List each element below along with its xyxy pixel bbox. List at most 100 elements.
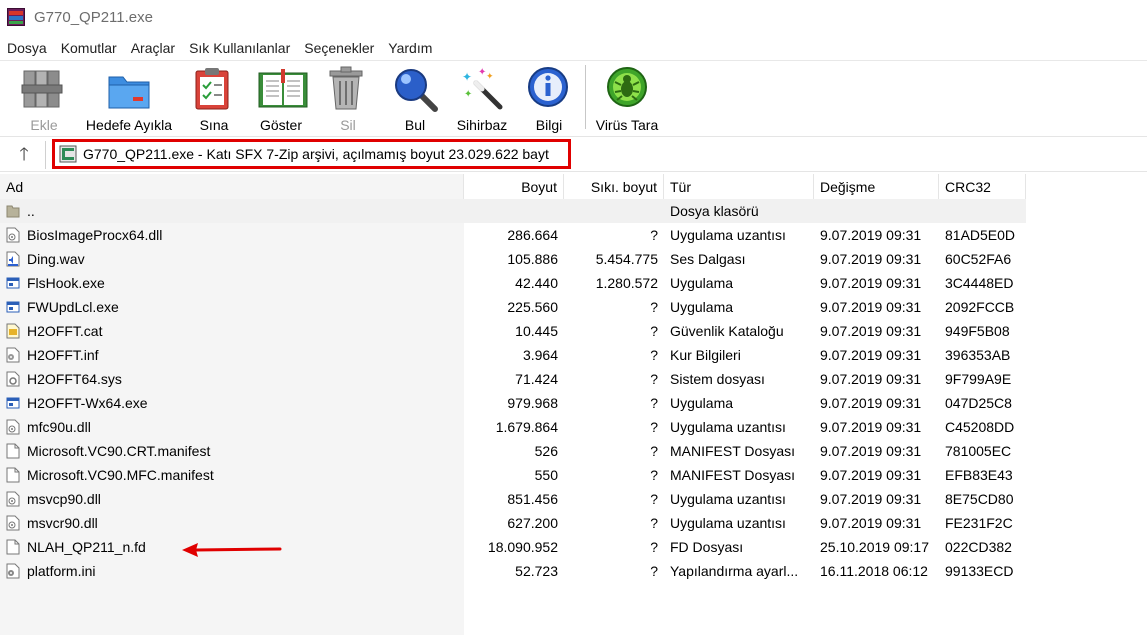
- file-type: Yapılandırma ayarl...: [670, 563, 799, 579]
- virus-scan-button[interactable]: Virüs Tara: [594, 61, 660, 135]
- file-name: ..: [27, 203, 35, 219]
- file-type: MANIFEST Dosyası: [670, 467, 795, 483]
- file-size: 18.090.952: [487, 539, 558, 555]
- column-header-crc-label: CRC32: [945, 178, 991, 195]
- file-row[interactable]: Ding.wav 105.886 5.454.775 Ses Dalgası 9.07.…: [0, 247, 1026, 271]
- file-packed-size: ?: [650, 419, 658, 435]
- file-packed-size: ?: [650, 515, 658, 531]
- file-size: 286.664: [507, 227, 558, 243]
- column-header-packed[interactable]: Sıkı. boyut: [564, 174, 664, 199]
- column-header-type[interactable]: Tür: [664, 174, 814, 199]
- ini-icon: [6, 563, 20, 579]
- file-row[interactable]: H2OFFT.cat 10.445? Güvenlik Kataloğu 9.07.2…: [0, 319, 1026, 343]
- find-button[interactable]: Bul: [390, 61, 440, 135]
- title-bar: G770_QP211.exe: [0, 0, 1147, 34]
- file-size: 52.723: [515, 563, 558, 579]
- dll-icon: [6, 515, 20, 531]
- magnifier-icon: [391, 65, 439, 113]
- extract-to-button[interactable]: Hedefe Ayıkla: [80, 61, 178, 135]
- file-modified: 9.07.2019 09:31: [820, 227, 922, 243]
- column-header-packed-label: Sıkı. boyut: [590, 178, 657, 195]
- column-header-name-label: Ad: [6, 178, 24, 195]
- file-size: [464, 199, 558, 223]
- file-packed-size: [564, 199, 658, 223]
- file-crc: 2092FCCB: [945, 299, 1015, 315]
- file-row[interactable]: H2OFFT.inf 3.964? Kur Bilgileri 9.07.2019 0…: [0, 343, 1026, 367]
- clipboard-check-icon: [190, 65, 238, 113]
- menu-komutlar[interactable]: Komutlar: [54, 40, 124, 56]
- info-button[interactable]: Bilgi: [526, 61, 572, 135]
- file-row[interactable]: H2OFFT-Wx64.exe 979.968? Uygulama 9.07.2019…: [0, 391, 1026, 415]
- file-row[interactable]: msvcp90.dll 851.456? Uygulama uzantısı 9.07…: [0, 487, 1026, 511]
- view-button[interactable]: Göster: [254, 61, 308, 135]
- file-name: Ding.wav: [27, 251, 85, 267]
- file-name: FWUpdLcl.exe: [27, 299, 119, 315]
- view-label: Göster: [259, 117, 302, 133]
- wizard-button[interactable]: ✦ ✦ ✦ ✦ Sihirbaz: [452, 61, 512, 135]
- dll-icon: [6, 491, 20, 507]
- file-size: 71.424: [515, 371, 558, 387]
- archive-path-field[interactable]: G770_QP211.exe - Katı SFX 7-Zip arşivi, …: [52, 139, 571, 169]
- file-modified: [820, 199, 935, 223]
- svg-text:✦: ✦: [486, 71, 494, 81]
- file-packed-size: ?: [650, 539, 658, 555]
- column-header-modified[interactable]: Değişme: [814, 174, 939, 199]
- file-type: Dosya klasörü: [670, 203, 759, 219]
- file-row[interactable]: .. Dosya klasörü: [0, 199, 1026, 223]
- file-packed-size: ?: [650, 323, 658, 339]
- file-row[interactable]: BiosImageProcx64.dll 286.664? Uygulama uza…: [0, 223, 1026, 247]
- archive-books-icon: [20, 65, 68, 113]
- file-modified: 9.07.2019 09:31: [820, 275, 922, 291]
- test-button[interactable]: Sına: [192, 61, 236, 135]
- file-name: Microsoft.VC90.CRT.manifest: [27, 443, 211, 459]
- file-size: 10.445: [515, 323, 558, 339]
- file-name: msvcp90.dll: [27, 491, 101, 507]
- file-row[interactable]: FWUpdLcl.exe 225.560? Uygulama 9.07.2019 09…: [0, 295, 1026, 319]
- exe-icon: [6, 395, 20, 411]
- column-header-name[interactable]: Ad: [0, 174, 464, 199]
- file-row[interactable]: FlsHook.exe 42.440 1.280.572 Uygulama 9.07.2…: [0, 271, 1026, 295]
- menu-araclar[interactable]: Araçlar: [124, 40, 182, 56]
- wav-icon: [6, 251, 20, 267]
- address-separator: [45, 141, 46, 169]
- file-type: Uygulama uzantısı: [670, 515, 786, 531]
- file-row[interactable]: NLAH_QP211_n.fd 18.090.952? FD Dosyası 25.1…: [0, 535, 1026, 559]
- delete-button[interactable]: Sil: [326, 61, 370, 135]
- up-arrow-icon[interactable]: 🡑: [13, 143, 35, 165]
- toolbar-separator: [585, 65, 586, 129]
- file-crc: 8E75CD80: [945, 491, 1014, 507]
- file-size: 851.456: [507, 491, 558, 507]
- address-bar: 🡑 G770_QP211.exe - Katı SFX 7-Zip arşivi…: [0, 136, 1147, 172]
- file-modified: 9.07.2019 09:31: [820, 251, 922, 267]
- file-modified: 16.11.2018 06:12: [820, 563, 928, 579]
- file-size: 979.968: [507, 395, 558, 411]
- menu-secenekler[interactable]: Seçenekler: [297, 40, 381, 56]
- svg-text:✦: ✦: [462, 70, 472, 84]
- file-row[interactable]: Microsoft.VC90.CRT.manifest 526? MANIFEST …: [0, 439, 1026, 463]
- add-button[interactable]: Ekle: [20, 61, 68, 135]
- file-type: Uygulama: [670, 395, 734, 411]
- file-row[interactable]: Microsoft.VC90.MFC.manifest 550? MANIFEST …: [0, 463, 1026, 487]
- file-crc: 60C52FA6: [945, 251, 1012, 267]
- toolbar: Ekle Hedefe Ayıkla Sına Göster Sil Bul ✦…: [0, 60, 1147, 136]
- file-name: H2OFFT64.sys: [27, 371, 122, 387]
- file-row[interactable]: platform.ini 52.723? Yapılandırma ayarl...…: [0, 559, 1026, 583]
- file-crc: EFB83E43: [945, 467, 1013, 483]
- file-modified: 9.07.2019 09:31: [820, 371, 922, 387]
- column-header-crc[interactable]: CRC32: [939, 174, 1026, 199]
- trash-can-icon: [324, 65, 372, 113]
- file-type: Güvenlik Kataloğu: [670, 323, 784, 339]
- sys-icon: [6, 371, 20, 387]
- file-packed-size: ?: [650, 563, 658, 579]
- virus-scan-label: Virüs Tara: [595, 117, 659, 133]
- bug-shield-icon: [603, 65, 651, 113]
- file-row[interactable]: H2OFFT64.sys 71.424? Sistem dosyası 9.07.20…: [0, 367, 1026, 391]
- catalog-icon: [6, 323, 20, 339]
- menu-yardim[interactable]: Yardım: [381, 40, 439, 56]
- menu-sik-kullanilanlar[interactable]: Sık Kullanılanlar: [182, 40, 297, 56]
- file-row[interactable]: mfc90u.dll 1.679.864? Uygulama uzantısı 9.0…: [0, 415, 1026, 439]
- file-row[interactable]: msvcr90.dll 627.200? Uygulama uzantısı 9.07…: [0, 511, 1026, 535]
- menu-dosya[interactable]: Dosya: [0, 40, 54, 56]
- file-name: platform.ini: [27, 563, 96, 579]
- column-header-size[interactable]: Boyut: [464, 174, 564, 199]
